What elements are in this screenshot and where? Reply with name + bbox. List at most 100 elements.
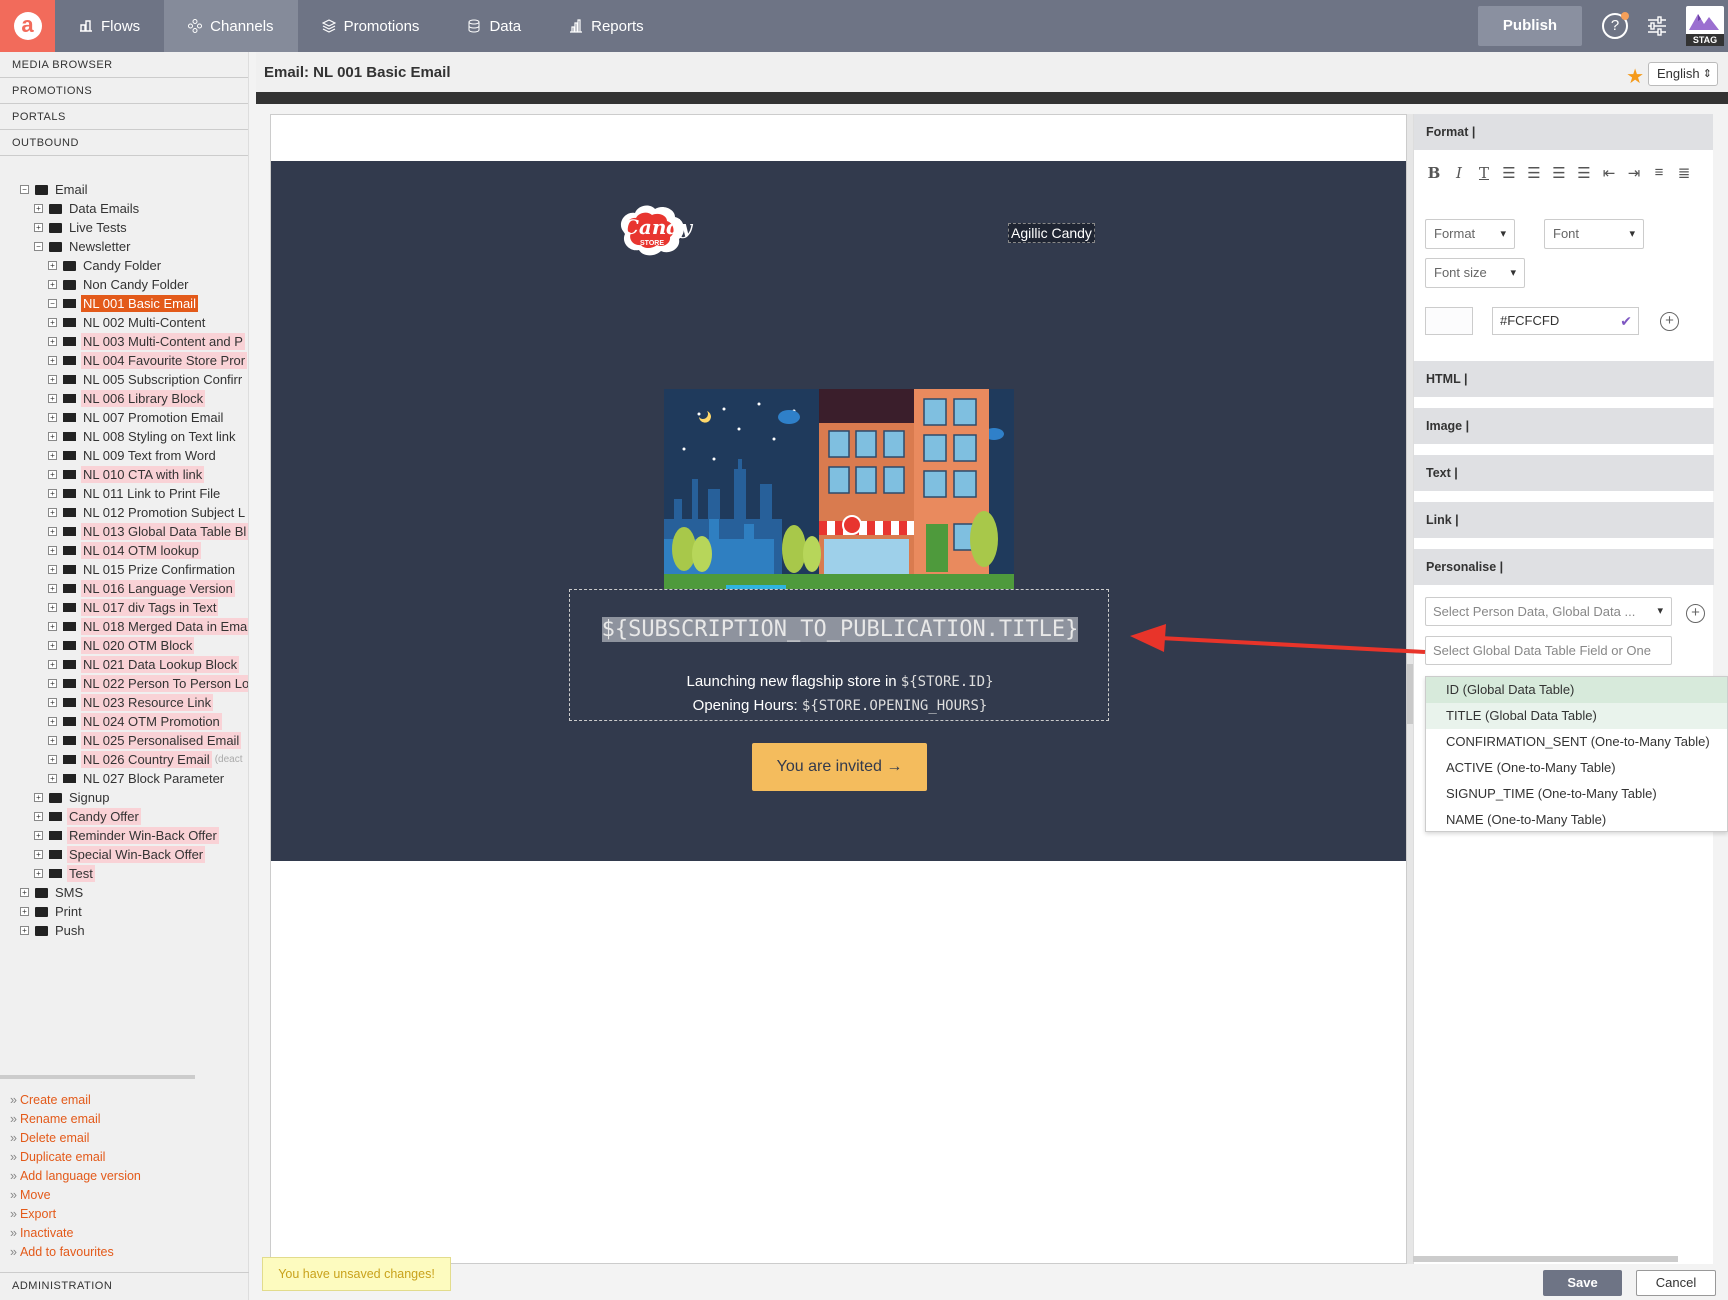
tree-item[interactable]: + NL 003 Multi-Content and P <box>0 332 248 351</box>
tree-item[interactable]: + NL 008 Styling on Text link <box>0 427 248 446</box>
expand-icon[interactable]: + <box>48 356 57 365</box>
dropdown-option[interactable]: NAME (One-to-Many Table) <box>1426 807 1727 831</box>
tree-item[interactable]: + Print <box>0 902 248 921</box>
tree-item[interactable]: + NL 010 CTA with link <box>0 465 248 484</box>
align-justify-icon[interactable]: ☰ <box>1576 164 1592 182</box>
html-section-header[interactable]: HTML | <box>1414 361 1714 397</box>
align-right-icon[interactable]: ☰ <box>1551 164 1567 182</box>
dropdown-option[interactable]: CONFIRMATION_SENT (One-to-Many Table) <box>1426 729 1727 755</box>
expand-icon[interactable]: + <box>48 432 57 441</box>
tree-item[interactable]: + NL 023 Resource Link <box>0 693 248 712</box>
tree-item[interactable]: + NL 005 Subscription Confirr <box>0 370 248 389</box>
expand-icon[interactable]: + <box>48 698 57 707</box>
format-section-header[interactable]: Format | <box>1414 114 1713 150</box>
tree-item[interactable]: + Special Win-Back Offer <box>0 845 248 864</box>
expand-icon[interactable]: + <box>48 736 57 745</box>
tree-item[interactable]: + NL 014 OTM lookup <box>0 541 248 560</box>
expand-icon[interactable]: + <box>48 641 57 650</box>
image-section-header[interactable]: Image | <box>1414 408 1714 444</box>
link-section-header[interactable]: Link | <box>1414 502 1714 538</box>
subscription-title-variable[interactable]: ${SUBSCRIPTION_TO_PUBLICATION.TITLE} <box>570 617 1110 642</box>
nav-tab-data[interactable]: Data <box>443 0 545 52</box>
personalise-section-header[interactable]: Personalise | <box>1414 549 1714 585</box>
save-button[interactable]: Save <box>1543 1270 1622 1296</box>
global-data-table-input[interactable]: Select Global Data Table Field or One <box>1425 636 1672 665</box>
candy-store-illustration[interactable] <box>664 389 1014 589</box>
brand-name-text[interactable]: Agillic Candy <box>1008 223 1095 243</box>
sidebar-portals[interactable]: PORTALS <box>0 104 248 130</box>
app-logo[interactable]: a <box>0 0 55 52</box>
clear-format-icon[interactable]: T <box>1476 164 1492 182</box>
collapse-icon[interactable]: − <box>34 242 43 251</box>
help-icon[interactable]: ? <box>1602 12 1629 39</box>
tree-item[interactable]: + NL 002 Multi-Content <box>0 313 248 332</box>
tree-item[interactable]: + NL 024 OTM Promotion <box>0 712 248 731</box>
tree-item[interactable]: + NL 007 Promotion Email <box>0 408 248 427</box>
numbered-list-icon[interactable]: ≣ <box>1676 164 1692 182</box>
expand-icon[interactable]: + <box>34 223 43 232</box>
favourite-star-icon[interactable]: ★ <box>1626 64 1644 89</box>
expand-icon[interactable]: + <box>48 546 57 555</box>
sidebar-action-link[interactable]: » Export <box>10 1205 141 1224</box>
tree-item[interactable]: + Test <box>0 864 248 883</box>
nav-tab-promotions[interactable]: Promotions <box>298 0 444 52</box>
tree-item[interactable]: + NL 025 Personalised Email <box>0 731 248 750</box>
bold-icon[interactable]: B <box>1426 164 1442 182</box>
tree-item[interactable]: + NL 012 Promotion Subject L <box>0 503 248 522</box>
tree-item[interactable]: + NL 011 Link to Print File <box>0 484 248 503</box>
tree-item[interactable]: + Data Emails <box>0 199 248 218</box>
personalised-text-block[interactable]: ${SUBSCRIPTION_TO_PUBLICATION.TITLE} Lau… <box>569 589 1109 721</box>
expand-icon[interactable]: + <box>34 869 43 878</box>
tree-item[interactable]: + NL 021 Data Lookup Block <box>0 655 248 674</box>
sidebar-action-link[interactable]: » Create email <box>10 1091 141 1110</box>
tree-item[interactable]: + Live Tests <box>0 218 248 237</box>
sidebar-action-link[interactable]: » Add language version <box>10 1167 141 1186</box>
add-color-icon[interactable]: + <box>1660 312 1679 331</box>
tree-horizontal-scrollbar[interactable] <box>0 1075 195 1079</box>
tree-item[interactable]: + Candy Offer <box>0 807 248 826</box>
cta-invite-button[interactable]: You are invited → <box>752 743 927 791</box>
expand-icon[interactable]: + <box>48 261 57 270</box>
sidebar-outbound[interactable]: OUTBOUND <box>0 130 248 156</box>
tree-item[interactable]: + NL 013 Global Data Table Bl <box>0 522 248 541</box>
tree-item[interactable]: − Newsletter <box>0 237 248 256</box>
tree-item[interactable]: + NL 027 Block Parameter <box>0 769 248 788</box>
expand-icon[interactable]: + <box>34 812 43 821</box>
expand-icon[interactable]: + <box>48 622 57 631</box>
panel-horizontal-scrollbar[interactable] <box>1413 1256 1678 1262</box>
cancel-button[interactable]: Cancel <box>1636 1270 1716 1296</box>
expand-icon[interactable]: + <box>48 774 57 783</box>
settings-sliders-icon[interactable] <box>1646 15 1668 37</box>
email-editor-canvas[interactable]: Candy STORE Agillic Candy ${SUBSCRIPTION… <box>270 114 1407 1264</box>
tree-item[interactable]: + NL 026 Country Email (deact <box>0 750 248 769</box>
expand-icon[interactable]: + <box>48 755 57 764</box>
align-center-icon[interactable]: ☰ <box>1526 164 1542 182</box>
tree-item[interactable]: + Non Candy Folder <box>0 275 248 294</box>
tree-item[interactable]: + NL 006 Library Block <box>0 389 248 408</box>
tree-item[interactable]: + NL 018 Merged Data in Ema <box>0 617 248 636</box>
expand-icon[interactable]: + <box>20 888 29 897</box>
font-select[interactable]: Font <box>1544 219 1644 249</box>
sidebar-action-link[interactable]: » Add to favourites <box>10 1243 141 1262</box>
expand-icon[interactable]: + <box>48 660 57 669</box>
sidebar-promotions[interactable]: PROMOTIONS <box>0 78 248 104</box>
indent-decrease-icon[interactable]: ⇤ <box>1601 164 1617 182</box>
expand-icon[interactable]: + <box>34 793 43 802</box>
expand-icon[interactable]: + <box>34 850 43 859</box>
expand-icon[interactable]: + <box>34 831 43 840</box>
expand-icon[interactable]: + <box>48 717 57 726</box>
expand-icon[interactable]: + <box>48 280 57 289</box>
tree-item[interactable]: + NL 004 Favourite Store Pror <box>0 351 248 370</box>
expand-icon[interactable]: + <box>48 337 57 346</box>
expand-icon[interactable]: + <box>48 375 57 384</box>
expand-icon[interactable]: + <box>48 394 57 403</box>
color-swatch[interactable] <box>1425 307 1473 335</box>
tree-item[interactable]: + NL 022 Person To Person Lo <box>0 674 248 693</box>
dropdown-option[interactable]: ID (Global Data Table) <box>1426 677 1727 703</box>
tree-item[interactable]: + Signup <box>0 788 248 807</box>
expand-icon[interactable]: + <box>48 565 57 574</box>
expand-icon[interactable]: + <box>48 603 57 612</box>
indent-increase-icon[interactable]: ⇥ <box>1626 164 1642 182</box>
sidebar-media-browser[interactable]: MEDIA BROWSER <box>0 52 248 78</box>
tree-item[interactable]: + SMS <box>0 883 248 902</box>
